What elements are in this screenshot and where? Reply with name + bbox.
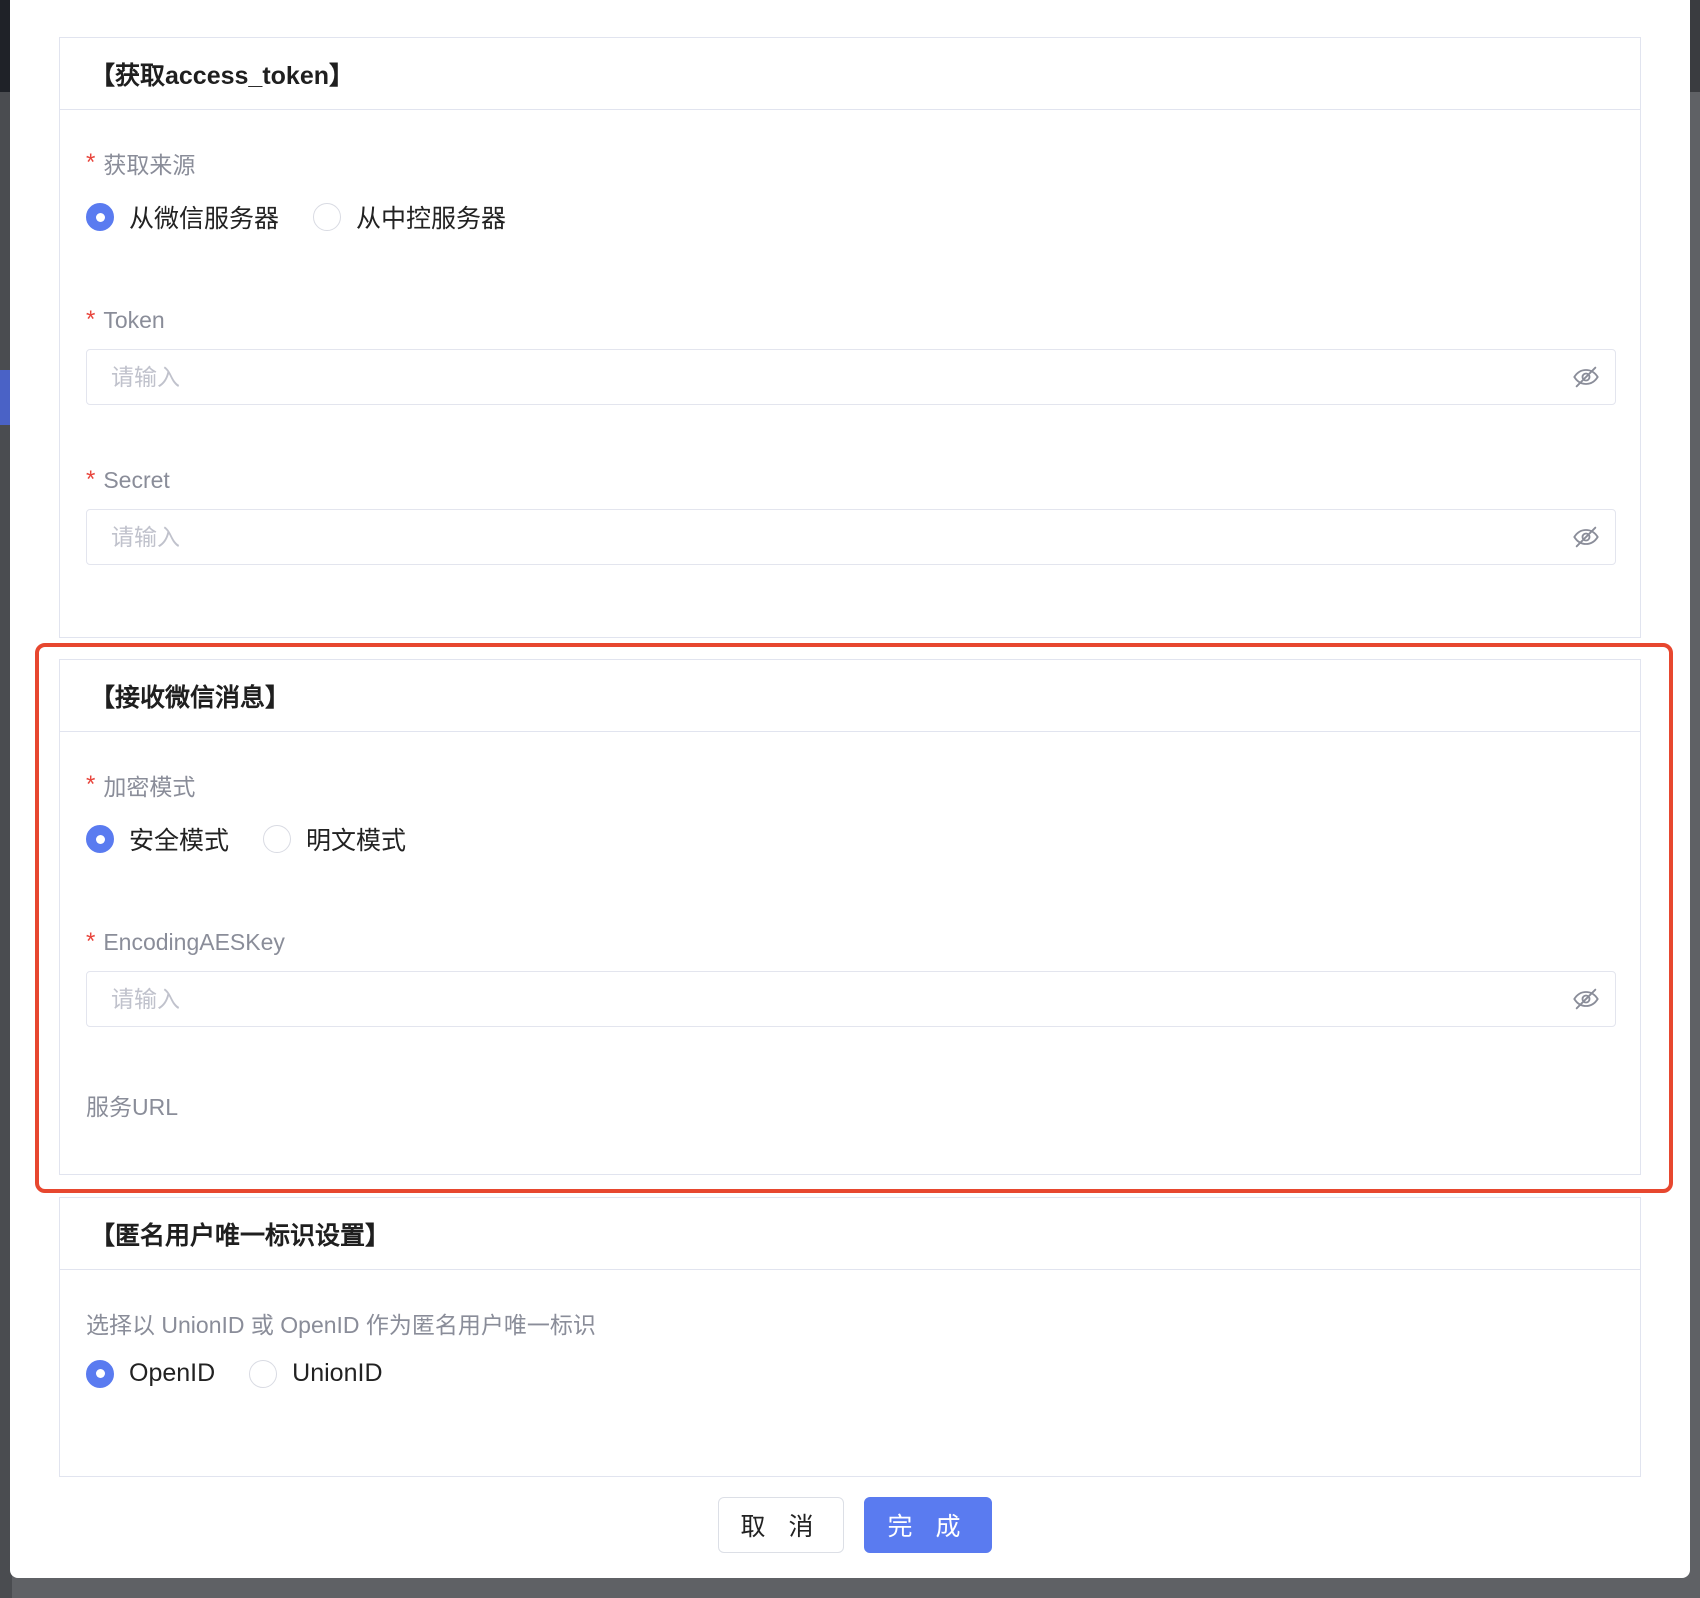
eye-slash-icon[interactable] bbox=[1571, 522, 1601, 552]
required-mark: * bbox=[86, 466, 96, 493]
field-label-token: * Token bbox=[86, 306, 165, 334]
background-right-sliver bbox=[1690, 0, 1700, 92]
token-input[interactable] bbox=[111, 363, 1571, 391]
required-mark: * bbox=[86, 771, 96, 798]
aes-label-text: EncodingAESKey bbox=[103, 928, 285, 955]
field-label-secret: * Secret bbox=[86, 466, 170, 494]
radio-openid[interactable]: OpenID bbox=[86, 1359, 215, 1388]
source-label-text: 获取来源 bbox=[103, 152, 196, 178]
section-title-receive-messages: 【接收微信消息】 bbox=[60, 660, 1640, 732]
radio-group-anonymous-id: OpenID UnionID bbox=[86, 1359, 417, 1388]
mode-label-text: 加密模式 bbox=[103, 774, 196, 800]
radio-unchecked-icon bbox=[313, 203, 342, 231]
radio-wechat-server[interactable]: 从微信服务器 bbox=[86, 199, 279, 235]
radio-unchecked-icon bbox=[249, 1359, 278, 1388]
radio-unionid[interactable]: UnionID bbox=[249, 1359, 383, 1388]
radio-group-encryption-mode: 安全模式 明文模式 bbox=[86, 821, 440, 857]
required-mark: * bbox=[86, 306, 96, 333]
radio-plaintext-mode[interactable]: 明文模式 bbox=[263, 821, 406, 857]
field-label-source: * 获取来源 bbox=[86, 146, 195, 180]
aes-key-input[interactable] bbox=[111, 985, 1571, 1013]
radio-checked-icon bbox=[86, 1359, 114, 1388]
radio-label: 明文模式 bbox=[306, 827, 407, 855]
required-mark: * bbox=[86, 149, 96, 176]
eye-slash-icon[interactable] bbox=[1571, 984, 1601, 1014]
anonymous-id-description: 选择以 UnionID 或 OpenID 作为匿名用户唯一标识 bbox=[86, 1312, 596, 1338]
field-label-encryption-mode: * 加密模式 bbox=[86, 768, 195, 802]
radio-label: 从中控服务器 bbox=[356, 205, 507, 233]
radio-checked-icon bbox=[86, 203, 114, 231]
radio-unchecked-icon bbox=[263, 825, 292, 853]
secret-label-text: Secret bbox=[103, 466, 170, 493]
secret-input[interactable] bbox=[111, 523, 1571, 551]
section-anonymous-id: 【匿名用户唯一标识设置】 选择以 UnionID 或 OpenID 作为匿名用户… bbox=[59, 1197, 1641, 1477]
radio-label: OpenID bbox=[129, 1359, 216, 1387]
service-url-label: 服务URL bbox=[86, 1094, 179, 1120]
radio-label: 安全模式 bbox=[129, 827, 230, 855]
background-blue-sliver bbox=[0, 370, 10, 425]
aes-key-input-wrapper bbox=[86, 971, 1616, 1027]
radio-group-source: 从微信服务器 从中控服务器 bbox=[86, 199, 540, 235]
radio-secure-mode[interactable]: 安全模式 bbox=[86, 821, 229, 857]
eye-slash-icon[interactable] bbox=[1571, 362, 1601, 392]
radio-central-server[interactable]: 从中控服务器 bbox=[313, 199, 506, 235]
cancel-button[interactable]: 取 消 bbox=[718, 1497, 844, 1553]
required-mark: * bbox=[86, 928, 96, 955]
section-receive-messages: 【接收微信消息】 * 加密模式 安全模式 明文模式 * EncodingAESK… bbox=[59, 659, 1641, 1175]
radio-checked-icon bbox=[86, 825, 114, 853]
field-label-aes-key: * EncodingAESKey bbox=[86, 928, 285, 956]
secret-input-wrapper bbox=[86, 509, 1616, 565]
token-label-text: Token bbox=[103, 306, 165, 333]
section-access-token: 【获取access_token】 * 获取来源 从微信服务器 从中控服务器 * … bbox=[59, 37, 1641, 638]
radio-label: UnionID bbox=[292, 1359, 383, 1387]
radio-label: 从微信服务器 bbox=[129, 205, 280, 233]
token-input-wrapper bbox=[86, 349, 1616, 405]
section-title-access-token: 【获取access_token】 bbox=[60, 38, 1640, 110]
section-title-anonymous-id: 【匿名用户唯一标识设置】 bbox=[60, 1198, 1640, 1270]
config-modal: 【获取access_token】 * 获取来源 从微信服务器 从中控服务器 * … bbox=[10, 0, 1690, 1578]
confirm-button[interactable]: 完 成 bbox=[864, 1497, 992, 1553]
